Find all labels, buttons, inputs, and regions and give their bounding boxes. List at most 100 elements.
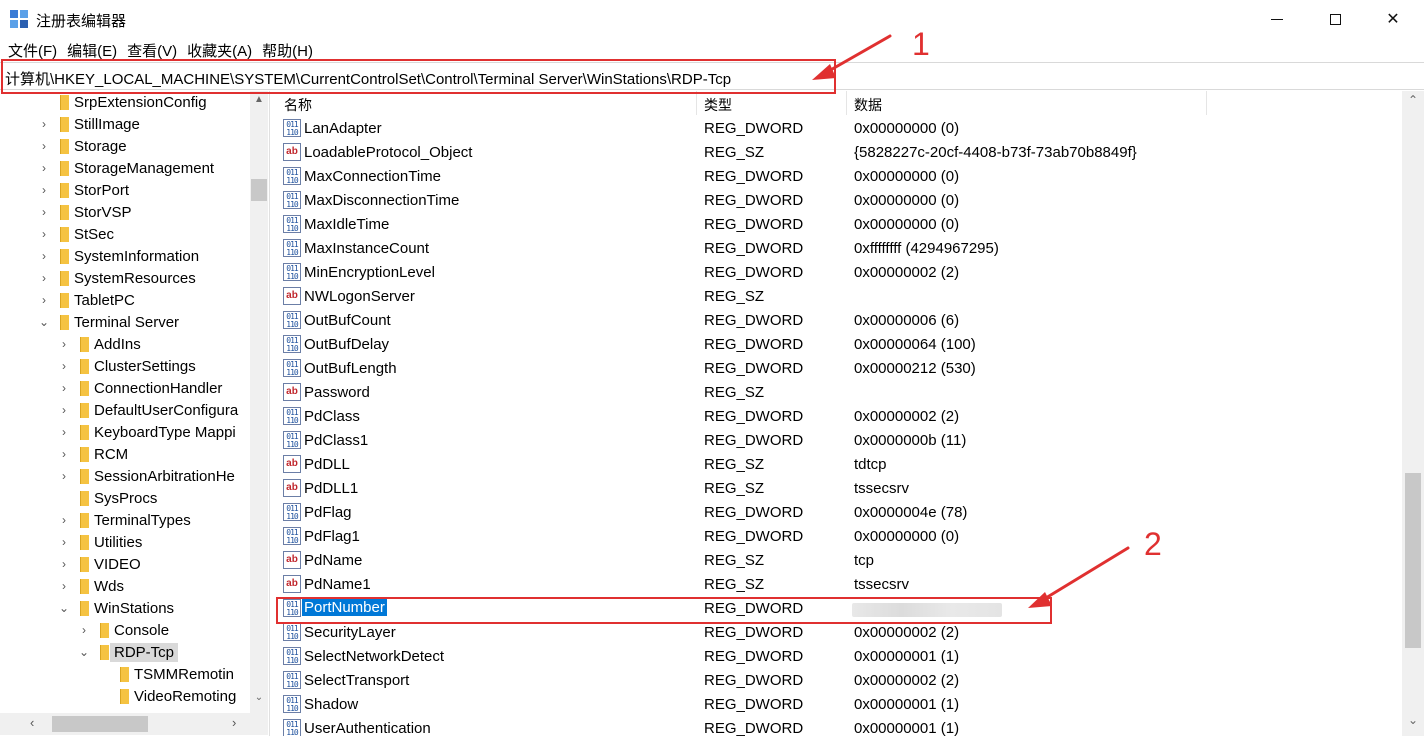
tree-item[interactable]: › ConnectionHandler [0, 377, 250, 399]
value-row[interactable]: 011 110 MaxIdleTime REG_DWORD 0x00000000 (0… [276, 213, 1402, 237]
tree-scroll-thumb[interactable] [251, 179, 267, 201]
chevron-right-icon[interactable]: › [38, 249, 50, 263]
close-button[interactable]: ✕ [1364, 0, 1422, 38]
chevron-right-icon[interactable]: › [58, 535, 70, 549]
chevron-right-icon[interactable]: › [58, 403, 70, 417]
list-scroll-thumb[interactable] [1405, 473, 1421, 648]
tree-item[interactable]: SrpExtensionConfig [0, 91, 250, 113]
value-row[interactable]: 011 110 OutBufLength REG_DWORD 0x00000212 (… [276, 357, 1402, 381]
chevron-right-icon[interactable]: › [58, 381, 70, 395]
chevron-right-icon[interactable]: › [58, 513, 70, 527]
chevron-down-icon[interactable]: ⌄ [58, 601, 70, 615]
tree-item[interactable]: › AddIns [0, 333, 250, 355]
tree-item[interactable]: › StSec [0, 223, 250, 245]
value-row[interactable]: 011 110 PdFlag1 REG_DWORD 0x00000000 (0) [276, 525, 1402, 549]
column-divider[interactable] [696, 91, 697, 115]
tree-item[interactable]: › SystemResources [0, 267, 250, 289]
value-row[interactable]: 011 110 Shadow REG_DWORD 0x00000001 (1) [276, 693, 1402, 717]
tree-item[interactable]: › TabletPC [0, 289, 250, 311]
value-row[interactable]: 011 110 PdFlag REG_DWORD 0x0000004e (78) [276, 501, 1402, 525]
tree-item[interactable]: › SystemInformation [0, 245, 250, 267]
chevron-right-icon[interactable]: › [38, 161, 50, 175]
chevron-right-icon[interactable]: › [58, 425, 70, 439]
scroll-down-icon[interactable]: ⌄ [1402, 713, 1424, 727]
tree-horizontal-scrollbar[interactable]: ‹ › [0, 713, 268, 735]
value-row[interactable]: ab PdDLL REG_SZ tdtcp [276, 453, 1402, 477]
value-row[interactable]: ab LoadableProtocol_Object REG_SZ {5828227c… [276, 141, 1402, 165]
tree-item[interactable]: ⌄ WinStations [0, 597, 250, 619]
scroll-up-icon[interactable]: ⌃ [1402, 93, 1424, 107]
minimize-button[interactable] [1248, 0, 1306, 38]
chevron-right-icon[interactable]: › [58, 557, 70, 571]
tree-item[interactable]: › RCM [0, 443, 250, 465]
menu-file[interactable]: 文件(F) [4, 40, 61, 61]
value-row[interactable]: 011 110 PdClass REG_DWORD 0x00000002 (2) [276, 405, 1402, 429]
chevron-right-icon[interactable]: › [38, 183, 50, 197]
column-divider[interactable] [1206, 91, 1207, 115]
chevron-right-icon[interactable]: › [58, 359, 70, 373]
value-row[interactable]: 011 110 SelectNetworkDetect REG_DWORD 0x000… [276, 645, 1402, 669]
chevron-right-icon[interactable]: › [38, 227, 50, 241]
value-row[interactable]: 011 110 OutBufCount REG_DWORD 0x00000006 (6… [276, 309, 1402, 333]
column-header-type[interactable]: 类型 [704, 95, 732, 115]
chevron-right-icon[interactable]: › [38, 139, 50, 153]
tree-item[interactable]: › Wds [0, 575, 250, 597]
value-row[interactable]: 011 110 OutBufDelay REG_DWORD 0x00000064 (1… [276, 333, 1402, 357]
chevron-down-icon[interactable]: ⌄ [38, 315, 50, 329]
tree-item[interactable]: › ClusterSettings [0, 355, 250, 377]
chevron-right-icon[interactable]: › [38, 117, 50, 131]
tree-item[interactable]: › SessionArbitrationHe [0, 465, 250, 487]
tree-item[interactable]: › StorVSP [0, 201, 250, 223]
tree-item[interactable]: TSMMRemotin [0, 663, 250, 685]
tree-item[interactable]: SysProcs [0, 487, 250, 509]
tree-item[interactable]: › StillImage [0, 113, 250, 135]
tree-item[interactable]: › Utilities [0, 531, 250, 553]
column-header-name[interactable]: 名称 [284, 95, 312, 115]
scroll-left-icon[interactable]: ‹ [30, 715, 34, 730]
chevron-right-icon[interactable]: › [78, 623, 90, 637]
value-row[interactable]: 011 110 MaxConnectionTime REG_DWORD 0x00000… [276, 165, 1402, 189]
tree-item[interactable]: › StorPort [0, 179, 250, 201]
chevron-right-icon[interactable]: › [58, 447, 70, 461]
tree-item[interactable]: › StorageManagement [0, 157, 250, 179]
value-row[interactable]: 011 110 PdClass1 REG_DWORD 0x0000000b (11) [276, 429, 1402, 453]
tree-item[interactable]: ⌄ RDP-Tcp [0, 641, 250, 663]
value-row[interactable]: ab PdName REG_SZ tcp [276, 549, 1402, 573]
tree-item[interactable]: VideoRemoting [0, 685, 250, 707]
value-row[interactable]: 011 110 SelectTransport REG_DWORD 0x0000000… [276, 669, 1402, 693]
value-row[interactable]: 011 110 MaxDisconnectionTime REG_DWORD 0x00… [276, 189, 1402, 213]
value-row[interactable]: ab Password REG_SZ [276, 381, 1402, 405]
chevron-right-icon[interactable]: › [58, 337, 70, 351]
tree-item[interactable]: › TerminalTypes [0, 509, 250, 531]
scroll-down-icon[interactable]: ⌄ [250, 689, 268, 707]
menu-favorites[interactable]: 收藏夹(A) [183, 40, 256, 61]
tree-vertical-scrollbar[interactable]: ▲ ⌄ [250, 91, 268, 713]
chevron-right-icon[interactable]: › [58, 469, 70, 483]
value-row[interactable]: 011 110 UserAuthentication REG_DWORD 0x0000… [276, 717, 1402, 736]
value-row[interactable]: 011 110 MinEncryptionLevel REG_DWORD 0x0000… [276, 261, 1402, 285]
value-row[interactable]: ab PdDLL1 REG_SZ tssecsrv [276, 477, 1402, 501]
value-row[interactable]: 011 110 MaxInstanceCount REG_DWORD 0xffffff… [276, 237, 1402, 261]
tree-item[interactable]: › VIDEO [0, 553, 250, 575]
tree-hscroll-thumb[interactable] [52, 716, 148, 732]
list-vertical-scrollbar[interactable]: ⌃ ⌄ [1402, 91, 1424, 736]
column-header-data[interactable]: 数据 [854, 95, 882, 115]
tree-item[interactable]: ⌄ Terminal Server [0, 311, 250, 333]
chevron-right-icon[interactable]: › [38, 293, 50, 307]
tree-item[interactable]: › Storage [0, 135, 250, 157]
tree-item[interactable]: › DefaultUserConfigura [0, 399, 250, 421]
value-row[interactable]: ab PdName1 REG_SZ tssecsrv [276, 573, 1402, 597]
menu-help[interactable]: 帮助(H) [258, 40, 317, 61]
menu-edit[interactable]: 编辑(E) [63, 40, 121, 61]
value-row[interactable]: 011 110 LanAdapter REG_DWORD 0x00000000 (0) [276, 117, 1402, 141]
value-row[interactable]: ab NWLogonServer REG_SZ [276, 285, 1402, 309]
chevron-right-icon[interactable]: › [38, 271, 50, 285]
tree-item[interactable]: › Console [0, 619, 250, 641]
maximize-button[interactable] [1306, 0, 1364, 38]
chevron-down-icon[interactable]: ⌄ [78, 645, 90, 659]
chevron-right-icon[interactable]: › [38, 205, 50, 219]
column-divider[interactable] [846, 91, 847, 115]
scroll-right-icon[interactable]: › [232, 715, 236, 730]
menu-view[interactable]: 查看(V) [123, 40, 181, 61]
chevron-right-icon[interactable]: › [58, 579, 70, 593]
